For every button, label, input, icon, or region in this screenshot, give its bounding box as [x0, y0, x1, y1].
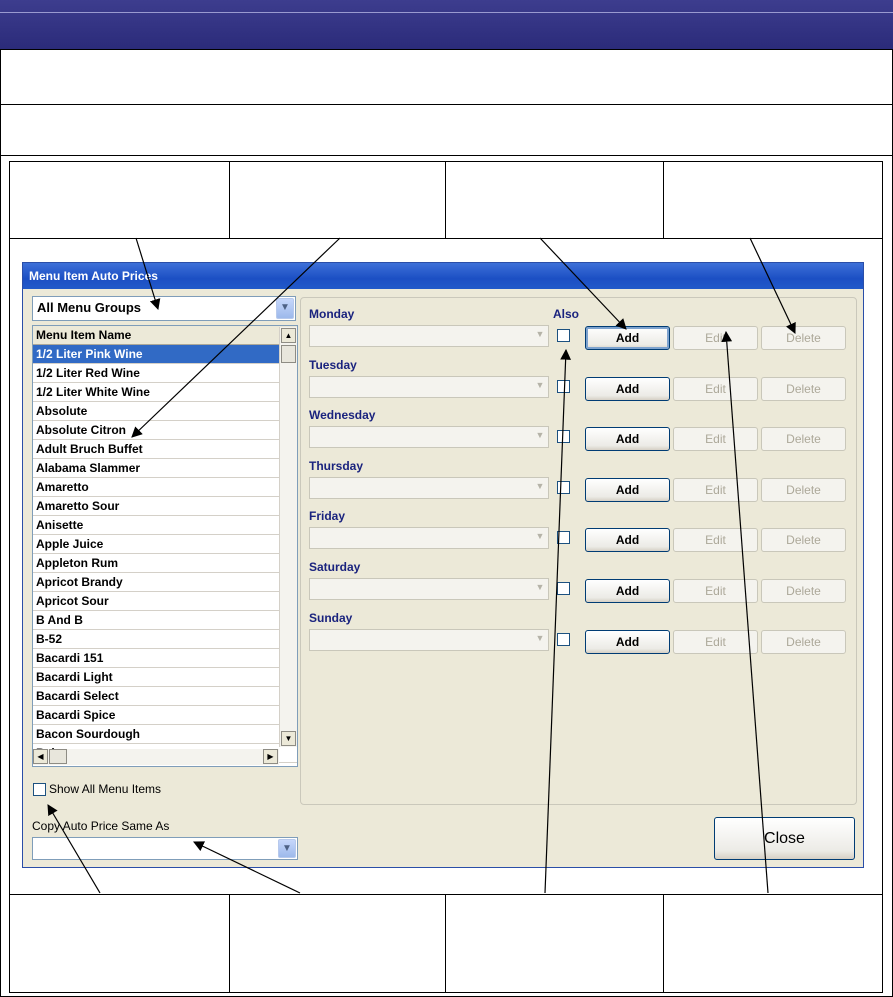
arrow-add-button — [539, 237, 627, 330]
arrow-also-checkbox — [544, 348, 572, 894]
annotation-arrows — [47, 237, 796, 894]
arrow-show-all — [47, 804, 101, 894]
arrow-group-filter — [135, 237, 161, 311]
arrow-item-list — [131, 237, 341, 438]
arrow-delete-button — [749, 237, 796, 334]
arrow-copy-price — [193, 841, 301, 894]
arrow-edit-button — [721, 330, 769, 894]
